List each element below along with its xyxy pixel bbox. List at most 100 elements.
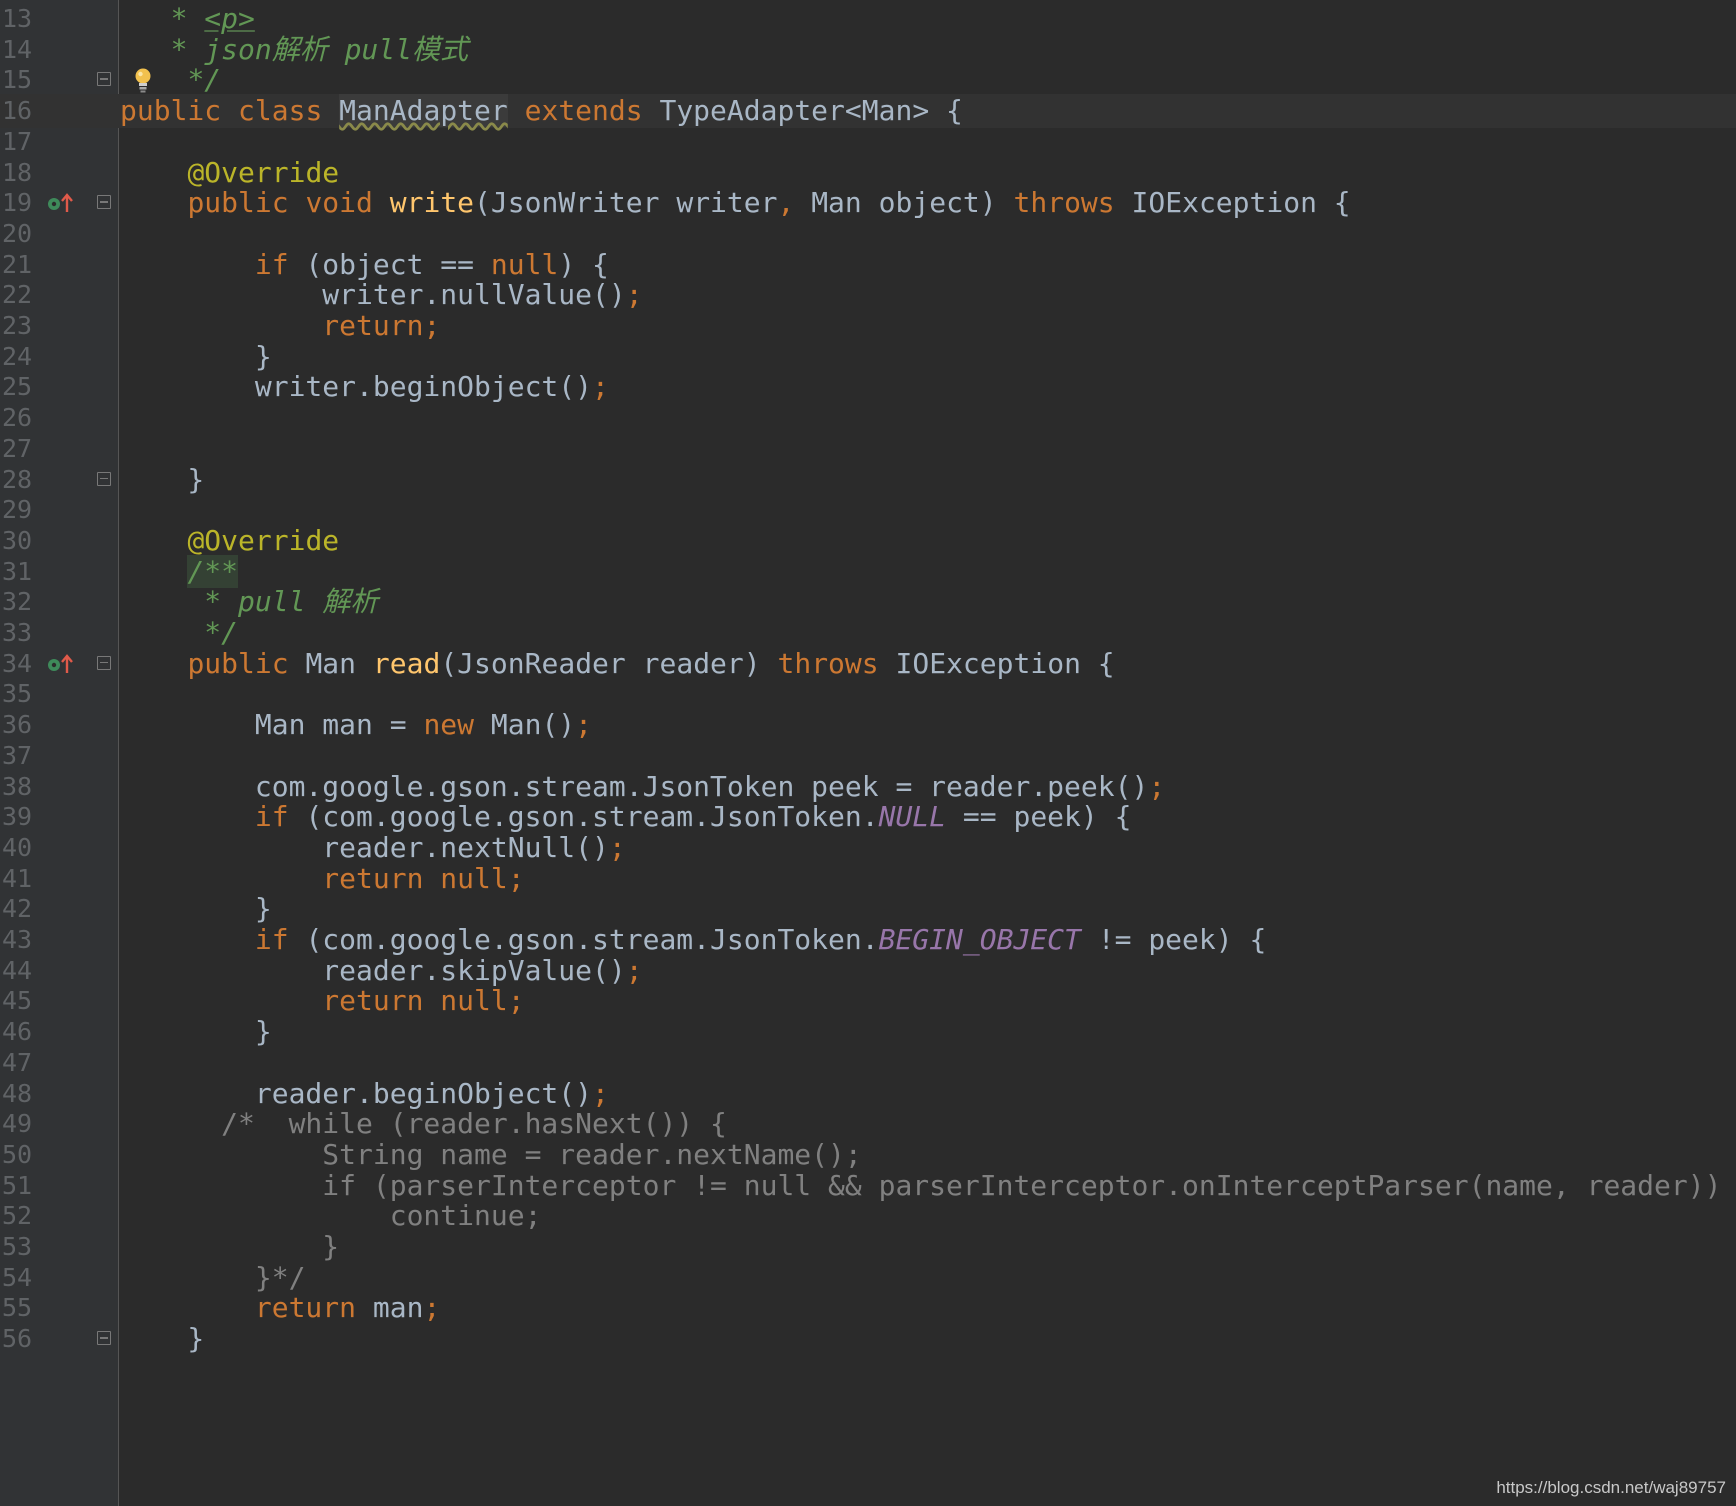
code-text[interactable]: } bbox=[120, 1015, 272, 1049]
code-line[interactable]: 44 reader.skipValue(); bbox=[0, 954, 1736, 988]
code-text[interactable]: public class ManAdapter extends TypeAdap… bbox=[120, 94, 963, 128]
code-line[interactable]: 47 bbox=[0, 1046, 1736, 1080]
code-line[interactable]: 51 if (parserInterceptor != null && pars… bbox=[0, 1169, 1736, 1203]
code-line[interactable]: 16 public class ManAdapter extends TypeAd… bbox=[0, 94, 1736, 129]
line-number[interactable]: 30 bbox=[2, 524, 36, 558]
code-line[interactable]: 45 return null; bbox=[0, 984, 1736, 1018]
code-line[interactable]: 31 /** bbox=[0, 554, 1736, 589]
code-text[interactable]: public Man read(JsonReader reader) throw… bbox=[120, 647, 1114, 681]
code-text[interactable]: */ bbox=[120, 616, 238, 650]
code-text[interactable]: return man; bbox=[120, 1291, 440, 1325]
code-text[interactable]: @Override bbox=[120, 524, 339, 558]
code-line[interactable]: 17 bbox=[0, 125, 1736, 159]
code-text[interactable]: * pull 解析 bbox=[120, 585, 378, 619]
code-text[interactable]: } bbox=[120, 1322, 204, 1356]
code-line[interactable]: 21 if (object == null) { bbox=[0, 248, 1736, 282]
code-line[interactable]: 29 bbox=[0, 493, 1736, 527]
code-line[interactable]: 39 if (com.google.gson.stream.JsonToken.… bbox=[0, 800, 1736, 834]
code-line[interactable]: 22 writer.nullValue(); bbox=[0, 278, 1736, 312]
code-line[interactable]: 27 bbox=[0, 432, 1736, 466]
code-text[interactable]: */ bbox=[120, 63, 221, 97]
code-text[interactable]: * <p> bbox=[120, 2, 255, 36]
code-text[interactable]: if (parserInterceptor != null && parserI… bbox=[120, 1169, 1736, 1203]
code-text[interactable]: }*/ bbox=[120, 1261, 306, 1295]
line-number[interactable]: 13 bbox=[2, 2, 36, 36]
code-line[interactable]: 18 @Override bbox=[0, 156, 1736, 190]
code-text[interactable]: public void write(JsonWriter writer, Man… bbox=[120, 186, 1350, 220]
code-line[interactable]: 55 return man; bbox=[0, 1291, 1736, 1325]
code-line[interactable]: 54 }*/ bbox=[0, 1261, 1736, 1295]
line-number[interactable]: 35 bbox=[2, 677, 36, 711]
line-number[interactable]: 19 bbox=[2, 186, 36, 220]
override-method-icon[interactable] bbox=[46, 652, 76, 676]
fold-toggle-icon[interactable] bbox=[97, 72, 111, 87]
fold-toggle-icon[interactable] bbox=[97, 655, 111, 670]
code-text[interactable]: reader.nextNull(); bbox=[120, 831, 625, 865]
line-number[interactable]: 46 bbox=[2, 1015, 36, 1049]
code-text[interactable]: if (com.google.gson.stream.JsonToken.NUL… bbox=[120, 800, 1132, 834]
code-line[interactable]: 19 public void write(JsonWriter writer, … bbox=[0, 186, 1736, 220]
line-number[interactable]: 45 bbox=[2, 984, 36, 1018]
code-text[interactable]: writer.nullValue(); bbox=[120, 278, 642, 312]
code-text[interactable]: } bbox=[120, 463, 204, 497]
line-number[interactable]: 37 bbox=[2, 739, 36, 773]
line-number[interactable]: 38 bbox=[2, 770, 36, 804]
line-number[interactable]: 55 bbox=[2, 1291, 36, 1325]
line-number[interactable]: 44 bbox=[2, 954, 36, 988]
line-number[interactable]: 27 bbox=[2, 432, 36, 466]
code-line[interactable]: 24 } bbox=[0, 340, 1736, 374]
code-line[interactable]: 26 bbox=[0, 401, 1736, 435]
code-line[interactable]: 50 String name = reader.nextName(); bbox=[0, 1138, 1736, 1172]
code-line[interactable]: 42 } bbox=[0, 892, 1736, 926]
line-number[interactable]: 21 bbox=[2, 248, 36, 282]
line-number[interactable]: 42 bbox=[2, 892, 36, 926]
line-number[interactable]: 34 bbox=[2, 647, 36, 681]
line-number[interactable]: 50 bbox=[2, 1138, 36, 1172]
line-number[interactable]: 52 bbox=[2, 1199, 36, 1233]
line-number[interactable]: 47 bbox=[2, 1046, 36, 1080]
fold-toggle-icon[interactable] bbox=[97, 195, 111, 210]
code-text[interactable]: reader.beginObject(); bbox=[120, 1077, 609, 1111]
line-number[interactable]: 48 bbox=[2, 1077, 36, 1111]
line-number[interactable]: 18 bbox=[2, 156, 36, 190]
line-number[interactable]: 16 bbox=[2, 94, 36, 128]
line-number[interactable]: 31 bbox=[2, 555, 36, 589]
line-number[interactable]: 23 bbox=[2, 309, 36, 343]
code-line[interactable]: 13 * <p> bbox=[0, 2, 1736, 36]
line-number[interactable]: 25 bbox=[2, 370, 36, 404]
code-text[interactable]: } bbox=[120, 340, 272, 374]
line-number[interactable]: 17 bbox=[2, 125, 36, 159]
code-text[interactable]: * json解析 pull模式 bbox=[120, 33, 468, 67]
code-line[interactable]: 23 return; bbox=[0, 309, 1736, 343]
code-text[interactable]: Man man = new Man(); bbox=[120, 708, 592, 742]
code-line[interactable]: 15 */ bbox=[0, 63, 1736, 97]
line-number[interactable]: 14 bbox=[2, 33, 36, 67]
line-number[interactable]: 26 bbox=[2, 401, 36, 435]
line-number[interactable]: 22 bbox=[2, 278, 36, 312]
line-number[interactable]: 56 bbox=[2, 1322, 36, 1356]
code-line[interactable]: 30 @Override bbox=[0, 524, 1736, 558]
line-number[interactable]: 51 bbox=[2, 1169, 36, 1203]
code-line[interactable]: 38 com.google.gson.stream.JsonToken peek… bbox=[0, 770, 1736, 804]
fold-toggle-icon[interactable] bbox=[97, 471, 111, 486]
code-line[interactable]: 49 /* while (reader.hasNext()) { bbox=[0, 1107, 1736, 1141]
code-line[interactable]: 33 */ bbox=[0, 616, 1736, 650]
code-line[interactable]: 43 if (com.google.gson.stream.JsonToken.… bbox=[0, 923, 1736, 957]
code-line[interactable]: 36 Man man = new Man(); bbox=[0, 708, 1736, 742]
code-editor[interactable]: 13 * <p> 14 * json解析 pull模式 15 */16 public … bbox=[0, 0, 1736, 1506]
line-number[interactable]: 39 bbox=[2, 800, 36, 834]
code-text[interactable]: } bbox=[120, 892, 272, 926]
code-text[interactable]: if (com.google.gson.stream.JsonToken.BEG… bbox=[120, 923, 1266, 957]
line-number[interactable]: 20 bbox=[2, 217, 36, 251]
code-text[interactable]: continue; bbox=[120, 1199, 542, 1233]
code-line[interactable]: 20 bbox=[0, 217, 1736, 251]
code-line[interactable]: 28 } bbox=[0, 463, 1736, 497]
line-number[interactable]: 28 bbox=[2, 463, 36, 497]
code-line[interactable]: 37 bbox=[0, 739, 1736, 773]
line-number[interactable]: 54 bbox=[2, 1261, 36, 1295]
line-number[interactable]: 43 bbox=[2, 923, 36, 957]
code-line[interactable]: 25 writer.beginObject(); bbox=[0, 370, 1736, 404]
code-line[interactable]: 48 reader.beginObject(); bbox=[0, 1077, 1736, 1111]
code-text[interactable]: @Override bbox=[120, 156, 339, 190]
code-text[interactable]: String name = reader.nextName(); bbox=[120, 1138, 861, 1172]
